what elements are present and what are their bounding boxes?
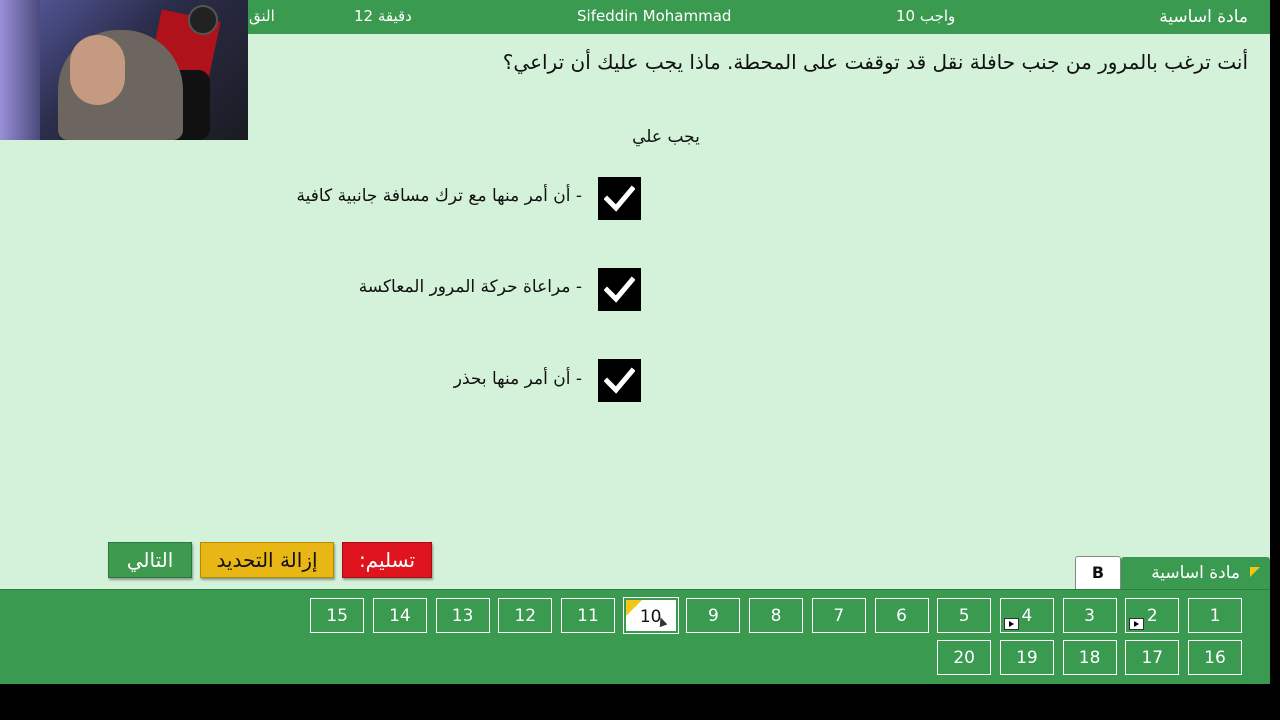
question-number: 15 (326, 606, 348, 626)
question-5-button[interactable]: 5 (937, 598, 992, 633)
flag-icon (1250, 567, 1260, 577)
question-text: أنت ترغب بالمرور من جنب حافلة نقل قد توق… (502, 50, 1248, 74)
submit-button[interactable]: تسليم: (342, 542, 432, 578)
webcam-light (0, 0, 40, 140)
question-9-button[interactable]: 9 (686, 598, 741, 633)
category-title: مادة اساسية (1159, 7, 1248, 27)
clear-selection-button[interactable]: إزالة التحديد (200, 542, 334, 578)
webcam-overlay (0, 0, 248, 140)
time-remaining: 12 دقيقة (354, 7, 412, 25)
question-number: 6 (896, 606, 907, 626)
checkmark-icon (604, 276, 635, 303)
question-number: 7 (833, 606, 845, 626)
question-8-button[interactable]: 8 (749, 598, 804, 633)
question-number: 3 (1084, 606, 1095, 626)
question-1-button[interactable]: 1 (1188, 598, 1242, 633)
checkmark-icon (604, 185, 635, 212)
question-14-button[interactable]: 14 (372, 598, 427, 633)
category-tab[interactable]: مادة اساسية (1121, 557, 1270, 589)
question-number: 18 (1078, 648, 1101, 668)
question-11-button[interactable]: 11 (561, 598, 615, 633)
question-17-button[interactable]: 17 (1125, 640, 1180, 675)
checkmark-icon (604, 367, 635, 394)
question-number: 5 (958, 606, 970, 626)
option-3-text[interactable]: - أن أمر منها بحذر (454, 369, 582, 389)
points-label: النق (249, 7, 275, 25)
homework-label: واجب 10 (896, 7, 956, 25)
question-subtitle: يجب علي (632, 127, 700, 147)
option-2-checkbox[interactable] (598, 268, 641, 311)
student-name: Sifeddin Mohammad (577, 7, 732, 25)
license-class-tab[interactable]: B (1075, 556, 1121, 589)
question-number: 19 (1016, 648, 1038, 668)
question-18-button[interactable]: 18 (1062, 640, 1117, 675)
question-number: 14 (389, 606, 411, 626)
question-20-button[interactable]: 20 (937, 640, 992, 675)
question-19-button[interactable]: 19 (999, 640, 1054, 675)
question-number: 16 (1204, 648, 1226, 668)
question-number: 2 (1146, 606, 1158, 626)
question-navigation: 1 2 3 4 5 6 7 8 9 10 11 12 13 14 15 16 17 18 19 20 (0, 589, 1270, 684)
option-1-text[interactable]: - أن أمر منها مع ترك مسافة جانبية كافية (297, 186, 582, 206)
exam-window: مادة اساسية واجب 10 Sifeddin Mohammad 12… (0, 0, 1270, 684)
option-3-checkbox[interactable] (598, 359, 641, 402)
question-number: 17 (1141, 648, 1164, 668)
question-number: 1 (1209, 606, 1221, 626)
question-15-button[interactable]: 15 (310, 598, 365, 633)
video-icon (1129, 618, 1145, 630)
question-number: 4 (1021, 606, 1033, 626)
question-10-button[interactable]: 10 (622, 597, 679, 634)
question-number: 8 (770, 606, 782, 626)
next-button[interactable]: التالي (108, 542, 192, 578)
question-7-button[interactable]: 7 (811, 598, 866, 633)
question-12-button[interactable]: 12 (498, 598, 553, 633)
flag-icon (625, 600, 642, 616)
question-number: 9 (707, 606, 719, 626)
question-16-button[interactable]: 16 (1188, 640, 1242, 675)
question-number: 12 (514, 606, 537, 626)
category-tab-label: مادة اساسية (1151, 563, 1240, 583)
question-3-button[interactable]: 3 (1062, 598, 1117, 633)
question-4-button[interactable]: 4 (999, 598, 1054, 633)
question-2-button[interactable]: 2 (1125, 598, 1180, 633)
question-number: 13 (451, 606, 474, 626)
question-13-button[interactable]: 13 (435, 598, 490, 633)
question-6-button[interactable]: 6 (874, 598, 929, 633)
option-2-text[interactable]: - مراعاة حركة المرور المعاكسة (359, 277, 582, 297)
webcam-face (70, 35, 125, 105)
option-1-checkbox[interactable] (598, 177, 641, 220)
question-number: 20 (953, 648, 975, 668)
webcam-dartboard (188, 5, 218, 35)
question-number: 11 (577, 606, 599, 626)
video-icon (1003, 618, 1019, 630)
